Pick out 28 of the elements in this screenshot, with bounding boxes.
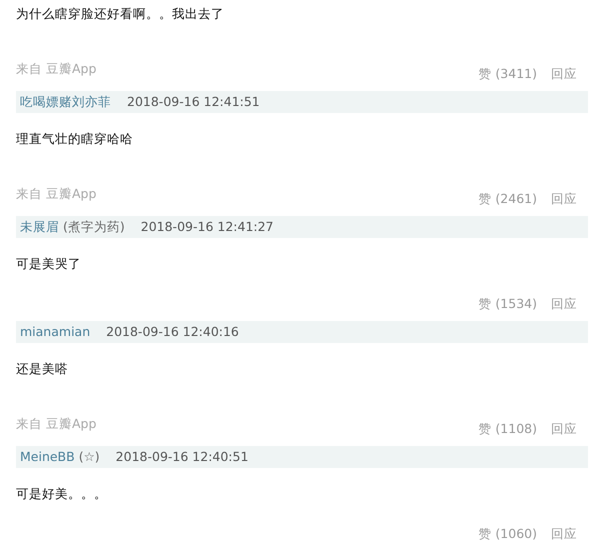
reply-link[interactable]: 回应 — [551, 189, 577, 209]
author-link[interactable]: 未展眉 — [20, 218, 59, 234]
comment-source: 来自 豆瓣App — [16, 415, 96, 433]
author-link[interactable]: mianamian — [20, 324, 90, 339]
like-link[interactable]: 赞 (2461) — [478, 189, 537, 209]
like-link[interactable]: 赞 (3411) — [478, 64, 537, 84]
comment-text: 理直气壮的瞎穿哈哈 — [16, 130, 134, 148]
reply-link[interactable]: 回应 — [551, 294, 577, 314]
like-link[interactable]: 赞 (1108) — [478, 419, 537, 439]
comment-text: 可是美哭了 — [16, 255, 82, 273]
reply-link[interactable]: 回应 — [551, 419, 577, 439]
comment-text: 可是好美。。。 — [16, 485, 108, 503]
author-note: (煮字为药) — [62, 218, 125, 234]
comment-time: 2018-09-16 12:41:27 — [140, 218, 274, 236]
comment-text: 为什么瞎穿脸还好看啊。。我出去了 — [16, 5, 225, 23]
author-note: (☆) — [78, 448, 100, 464]
comment-source: 来自 豆瓣App — [16, 185, 96, 203]
comment-time: 2018-09-16 12:40:16 — [106, 322, 239, 341]
author-link[interactable]: MeineBB — [20, 448, 75, 464]
comment-text: 还是美嗒 — [16, 360, 69, 378]
like-link[interactable]: 赞 (1534) — [478, 294, 537, 314]
comment-source: 来自 豆瓣App — [16, 60, 96, 78]
author-link[interactable]: 吃喝嫖赌刘亦菲 — [20, 94, 111, 109]
reply-link[interactable]: 回应 — [551, 524, 577, 544]
reply-link[interactable]: 回应 — [551, 64, 577, 84]
comment-time: 2018-09-16 12:41:51 — [127, 92, 260, 111]
like-link[interactable]: 赞 (1060) — [478, 524, 537, 544]
comment-time: 2018-09-16 12:40:51 — [116, 448, 248, 466]
